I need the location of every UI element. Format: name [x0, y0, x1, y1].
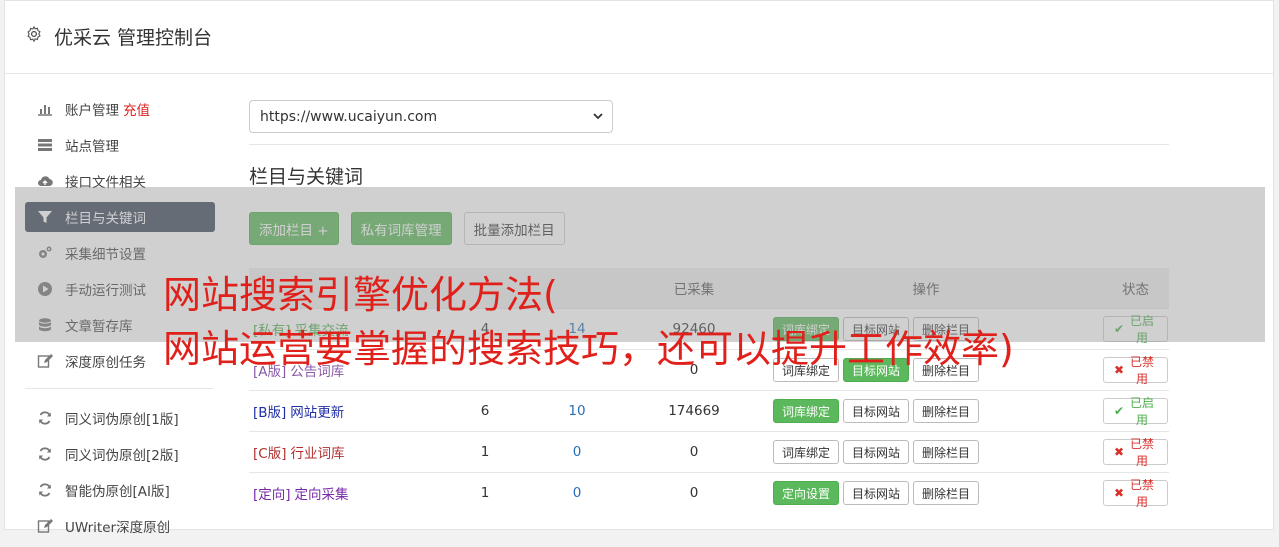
edit-icon — [37, 353, 53, 369]
overlay-line-2: 网站运营要掌握的搜索技巧，还可以提升工作效率) — [163, 327, 1014, 371]
sidebar-item-label: 站点管理 — [65, 139, 119, 155]
status-cell: ✔ 已启用 — [1102, 390, 1169, 432]
refresh-icon — [37, 410, 53, 426]
sidebar-item-label: 深度原创任务 — [65, 355, 146, 371]
status-cell: ✖ 已禁用 — [1102, 472, 1169, 513]
delete-column-button[interactable]: 删除栏目 — [913, 481, 980, 505]
column-name-cell: [C版] 行业词库 — [249, 431, 454, 473]
refresh-icon — [37, 482, 53, 498]
column-name-cell: [定向] 定向采集 — [249, 472, 454, 513]
target-site-button[interactable]: 目标网站 — [843, 481, 910, 505]
count2-cell[interactable]: 0 — [516, 431, 638, 473]
count2-cell[interactable]: 0 — [516, 472, 638, 513]
actions-group: 定向设置 目标网站 删除栏目 — [751, 481, 1101, 505]
collected-cell: 0 — [638, 431, 750, 473]
column-name-link[interactable]: 行业词库 — [290, 446, 344, 462]
status-cell: ✖ 已禁用 — [1102, 431, 1169, 473]
bind-lib-button[interactable]: 定向设置 — [773, 481, 840, 505]
count1-cell: 1 — [454, 431, 516, 473]
status-label: 已启用 — [1130, 396, 1155, 427]
sidebar-item-label: 同义词伪原创[2版] — [65, 448, 179, 464]
cross-icon: ✖ — [1114, 363, 1125, 377]
status-label: 已禁用 — [1130, 478, 1155, 509]
table-row: [定向] 定向采集 1 0 0 定向设置 目标网站 删除栏目 ✖ 已禁用 — [249, 472, 1169, 513]
table-row: [C版] 行业词库 1 0 0 词库绑定 目标网站 删除栏目 ✖ 已禁用 — [249, 431, 1169, 473]
bind-lib-button[interactable]: 词库绑定 — [773, 399, 840, 423]
status-toggle[interactable]: ✔ 已启用 — [1103, 396, 1168, 427]
sidebar-item-1[interactable]: 站点管理 — [25, 130, 215, 160]
delete-column-button[interactable]: 删除栏目 — [913, 440, 980, 464]
status-label: 已禁用 — [1130, 437, 1155, 468]
count1-cell: 1 — [454, 472, 516, 513]
server-icon — [37, 137, 53, 153]
column-name-link[interactable]: 网站更新 — [290, 405, 344, 421]
sidebar-item-10[interactable]: 智能伪原创[AI版] — [25, 475, 215, 505]
actions-cell: 词库绑定 目标网站 删除栏目 — [750, 431, 1102, 473]
collected-cell: 0 — [638, 472, 750, 513]
sidebar-item-label: UWriter深度原创 — [65, 520, 171, 536]
actions-cell: 定向设置 目标网站 删除栏目 — [750, 472, 1102, 513]
divider — [249, 144, 1169, 145]
actions-group: 词库绑定 目标网站 删除栏目 — [751, 399, 1101, 423]
top-bar: 优采云 管理控制台 — [5, 1, 1273, 74]
site-select-value: https://www.ucaiyun.com — [260, 108, 438, 125]
cross-icon: ✖ — [1114, 445, 1125, 459]
section-title: 栏目与关键词 — [249, 166, 364, 188]
edit-icon — [37, 518, 53, 534]
status-toggle[interactable]: ✖ 已禁用 — [1103, 478, 1168, 509]
recharge-link[interactable]: 充值 — [123, 99, 150, 119]
bind-lib-button[interactable]: 词库绑定 — [773, 440, 840, 464]
status-toggle[interactable]: ✖ 已禁用 — [1103, 437, 1168, 468]
target-site-button[interactable]: 目标网站 — [843, 399, 910, 423]
overlay-line-1: 网站搜索引擎优化方法( — [163, 273, 558, 317]
check-icon: ✔ — [1114, 404, 1125, 418]
status-cell: ✖ 已禁用 — [1102, 349, 1169, 391]
target-site-button[interactable]: 目标网站 — [843, 440, 910, 464]
column-tag: [B版] — [253, 405, 287, 421]
sidebar-item-0[interactable]: 账户管理 充值 — [25, 94, 215, 124]
collected-cell: 174669 — [638, 390, 750, 432]
refresh-icon — [37, 446, 53, 462]
site-select[interactable]: https://www.ucaiyun.com — [249, 100, 613, 133]
delete-column-button[interactable]: 删除栏目 — [913, 399, 980, 423]
gear-icon — [27, 25, 41, 43]
page-title: 优采云 管理控制台 — [54, 27, 213, 49]
table-row: [B版] 网站更新 6 10 174669 词库绑定 目标网站 删除栏目 ✔ 已启用 — [249, 390, 1169, 432]
sidebar-item-label: 同义词伪原创[1版] — [65, 412, 179, 428]
sidebar-item-label: 账户管理 — [65, 103, 119, 119]
count2-cell[interactable]: 10 — [516, 390, 638, 432]
sidebar-item-11[interactable]: UWriter深度原创 — [25, 511, 215, 541]
chevron-down-icon — [593, 113, 603, 120]
sidebar-item-label: 智能伪原创[AI版] — [65, 484, 170, 500]
column-name-cell: [B版] 网站更新 — [249, 390, 454, 432]
status-label: 已禁用 — [1130, 355, 1155, 386]
overlay-headline: 网站搜索引擎优化方法( 网站运营要掌握的搜索技巧，还可以提升工作效率) — [163, 268, 1014, 376]
count1-cell: 6 — [454, 390, 516, 432]
bar-chart-icon — [37, 101, 53, 117]
status-toggle[interactable]: ✖ 已禁用 — [1103, 355, 1168, 386]
sidebar-item-8[interactable]: 同义词伪原创[1版] — [25, 403, 215, 433]
actions-group: 词库绑定 目标网站 删除栏目 — [751, 440, 1101, 464]
sidebar-divider — [25, 388, 213, 389]
column-tag: [定向] — [253, 487, 291, 503]
column-tag: [C版] — [253, 446, 287, 462]
actions-cell: 词库绑定 目标网站 删除栏目 — [750, 390, 1102, 432]
column-name-link[interactable]: 定向采集 — [295, 487, 349, 503]
cross-icon: ✖ — [1114, 486, 1125, 500]
sidebar-item-9[interactable]: 同义词伪原创[2版] — [25, 439, 215, 469]
